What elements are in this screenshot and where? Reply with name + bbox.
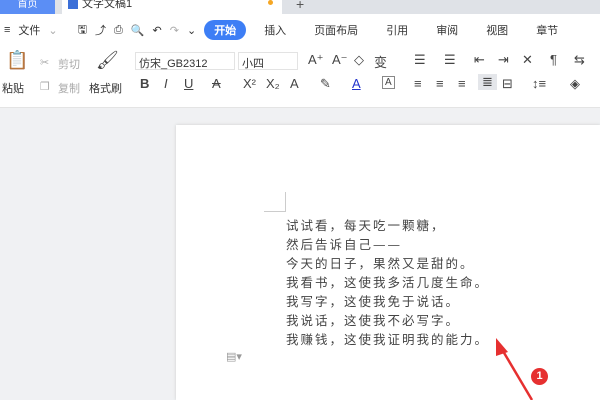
annotation-arrow xyxy=(496,338,534,400)
annotation-badge: 1 xyxy=(531,368,548,385)
arrow-head xyxy=(496,338,508,356)
arrow-line xyxy=(498,345,534,400)
